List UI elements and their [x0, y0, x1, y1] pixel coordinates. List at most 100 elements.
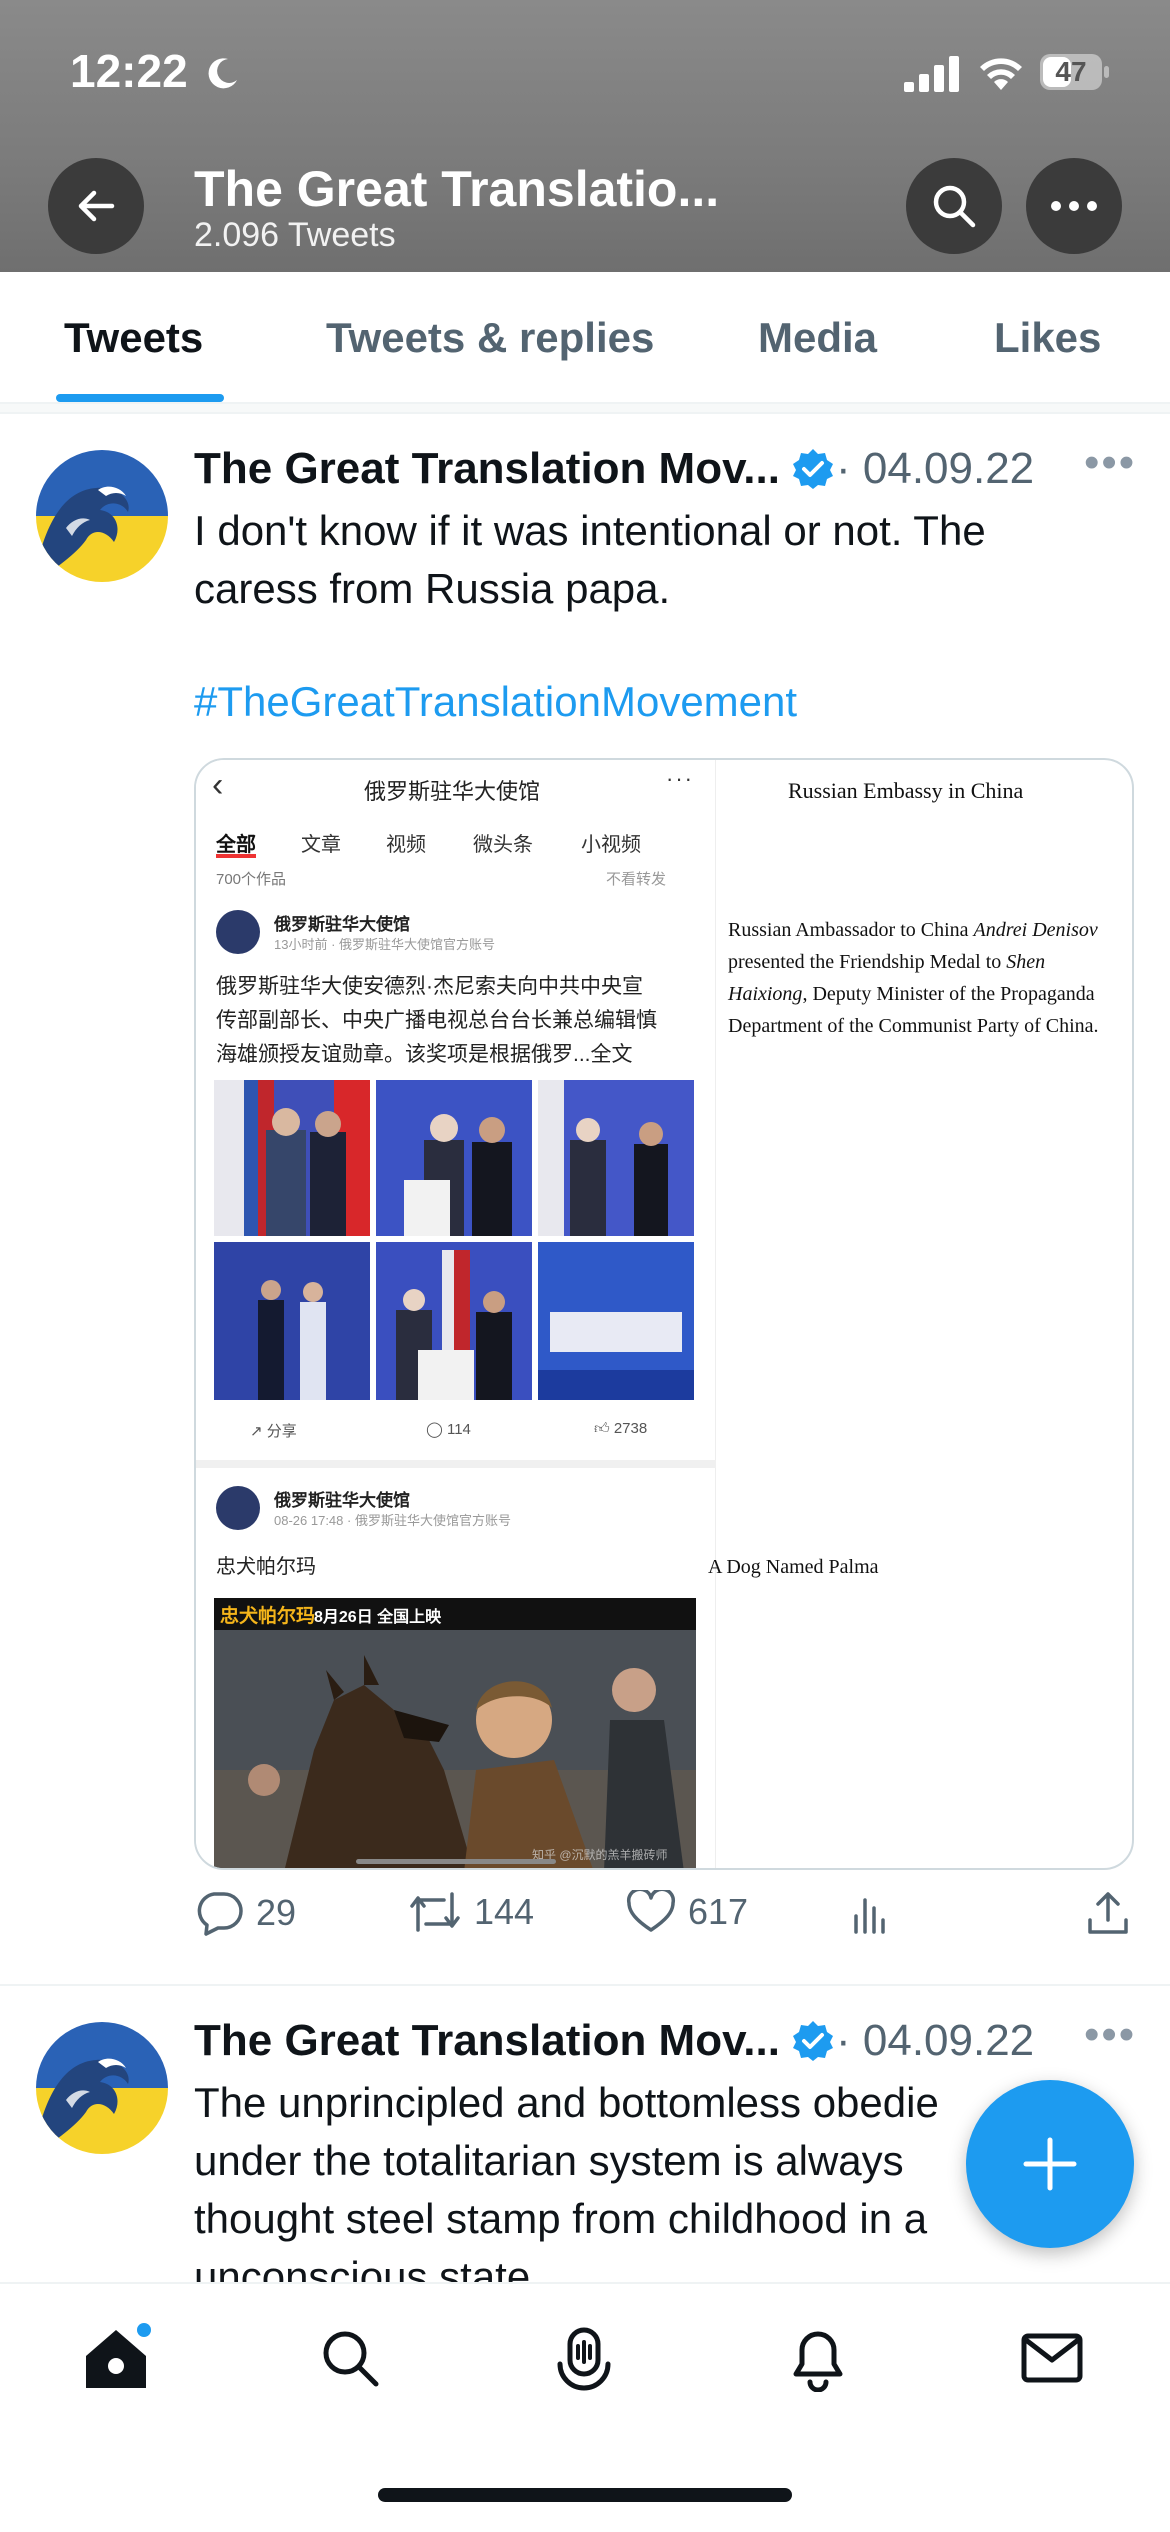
like-count: 617 [688, 1891, 749, 1932]
share-icon [1088, 1892, 1128, 1934]
search-icon [323, 2331, 379, 2387]
tweet-count: 2.096 Tweets [194, 216, 396, 254]
image-caption-text: Russian Ambassador to China Andrei Denis… [728, 914, 1128, 1042]
plus-icon [1023, 2137, 1077, 2191]
home-indicator [378, 2488, 792, 2502]
more-horizontal-icon [1051, 201, 1097, 211]
caption-part: presented the Friendship Medal to [728, 951, 1007, 973]
mail-icon [1021, 2333, 1083, 2383]
caption-part: Russian Ambassador to China [728, 919, 974, 941]
screenshot-like-count: 2738 [613, 1420, 648, 1437]
tab-tweets-replies[interactable]: Tweets & replies [326, 314, 654, 362]
screenshot-tab: 文章 [301, 834, 341, 856]
tweet-author-name[interactable]: The Great Translation Mov... [194, 2016, 780, 2066]
post-meta: 08-26 17:48 · 俄罗斯驻华大使馆官方账号 [274, 1513, 511, 1528]
status-bar: 12:22 47 [0, 0, 1170, 150]
hashtag-link[interactable]: #TheGreatTranslationMovement [194, 678, 797, 726]
tab-tweets[interactable]: Tweets [64, 314, 203, 362]
share-button: ↗ 分享 [250, 1423, 297, 1440]
tab-likes[interactable]: Likes [994, 314, 1101, 362]
share-tweet-button[interactable] [1086, 1890, 1130, 1936]
screenshot-tab: 视频 [386, 834, 426, 856]
share-label: 分享 [266, 1423, 297, 1440]
screenshot-comment-count: 114 [446, 1421, 471, 1438]
tweet-text-line: thought steel stamp from childhood in a [194, 2195, 928, 2242]
screenshot-tab: 小视频 [581, 834, 641, 856]
search-button[interactable] [906, 158, 1002, 254]
moon-icon [208, 58, 237, 89]
screenshot-tab: 微头条 [473, 834, 533, 856]
tweet-text-line: under the totalitarian system is always [194, 2137, 904, 2184]
analytics-icon [854, 1898, 885, 1934]
avatar[interactable] [36, 2022, 168, 2154]
post-meta: 13小时前 · 俄罗斯驻华大使馆官方账号 [274, 937, 496, 952]
home-icon [86, 2323, 151, 2388]
tweet-text-line: I don't know if it was intentional or no… [194, 507, 986, 554]
heart-icon [626, 1890, 676, 1932]
retweet-count: 144 [474, 1891, 535, 1932]
post-account: 俄罗斯驻华大使馆 [274, 1491, 410, 1510]
tweet-more-icon[interactable]: ••• [1084, 438, 1136, 488]
works-count: 700个作品 [216, 871, 287, 888]
status-time: 12:22 [70, 45, 188, 97]
back-arrow-icon [78, 190, 115, 222]
nav-search[interactable] [310, 2318, 390, 2398]
embedded-screenshot: ‹ 俄罗斯驻华大使馆 ··· 全部 文章 视频 微头条 小视频 700个作品 不… [196, 760, 716, 1868]
post-text: 海雄颁授友谊勋章。该奖项是根据俄罗...全文 [216, 1043, 633, 1066]
tweet-date[interactable]: · 04.09.22 [836, 2016, 1034, 2066]
verified-badge-icon [793, 2021, 833, 2061]
movie-release: 8月26日 全国上映 [314, 1609, 442, 1626]
more-options-button[interactable] [1026, 158, 1122, 254]
tweet-author-name[interactable]: The Great Translation Mov... [194, 444, 780, 494]
embassy-avatar [216, 1486, 260, 1530]
back-button[interactable] [48, 158, 144, 254]
avatar[interactable] [36, 450, 168, 582]
battery-icon: 47 [1040, 54, 1110, 90]
tweet-more-icon[interactable]: ••• [1084, 2010, 1136, 2060]
tweet-divider [0, 1984, 1170, 1986]
bell-icon [793, 2331, 843, 2392]
image-caption-dog: A Dog Named Palma [708, 1556, 879, 1578]
profile-tabs: Tweets Tweets & replies Media Likes [0, 272, 1170, 404]
profile-header: 12:22 47 The Great Translatio... 2.096 T… [0, 0, 1170, 272]
nav-home[interactable] [76, 2318, 156, 2398]
dog-and-boy-scene [214, 1630, 696, 1868]
caption-name: Andrei Denisov [973, 919, 1098, 941]
spaces-microphone-icon [557, 2327, 611, 2391]
tab-media[interactable]: Media [758, 314, 877, 362]
tweet-media-image[interactable]: ‹ 俄罗斯驻华大使馆 ··· 全部 文章 视频 微头条 小视频 700个作品 不… [194, 758, 1134, 1870]
like-button[interactable]: 617 [626, 1890, 748, 1934]
media-scroll-indicator [356, 1859, 556, 1864]
views-button[interactable] [848, 1890, 892, 1934]
nav-notifications[interactable] [778, 2318, 858, 2398]
wifi-icon [980, 58, 1022, 90]
comment-count-icon: ◯ 114 [426, 1421, 471, 1438]
great-wave-avatar-image [36, 450, 168, 582]
retweet-button[interactable]: 144 [408, 1890, 534, 1934]
nav-messages[interactable] [1012, 2318, 1092, 2398]
compose-tweet-button[interactable] [966, 2080, 1134, 2248]
movie-title: 忠犬帕尔玛 [220, 1606, 316, 1627]
post-divider [196, 1460, 716, 1468]
tweet-actions: 29 144 617 [194, 1890, 1134, 1950]
search-icon [933, 185, 976, 228]
active-tab-indicator [56, 394, 224, 402]
page-title: The Great Translatio... [194, 161, 720, 217]
great-wave-avatar-image [36, 2022, 168, 2154]
image-caption-title: Russian Embassy in China [788, 778, 1024, 803]
nav-spaces[interactable] [544, 2318, 624, 2398]
more-horizontal-icon: ··· [666, 766, 694, 791]
tweet-date[interactable]: · 04.09.22 [836, 444, 1034, 494]
tabs-separator [0, 404, 1170, 414]
battery-level: 47 [1055, 56, 1087, 87]
embassy-header: 俄罗斯驻华大使馆 [364, 779, 541, 804]
reply-icon [197, 1892, 243, 1936]
embassy-avatar [216, 910, 260, 954]
reply-count: 29 [256, 1892, 297, 1933]
like-count-icon: 👍︎ 2738 [594, 1420, 648, 1437]
screenshot-tab: 全部 [216, 834, 256, 856]
photo-grid [214, 1080, 694, 1400]
tweet-text-line: caress from Russia papa. [194, 565, 671, 612]
post-text: 俄罗斯驻华大使安德烈·杰尼索夫向中共中央宣 [216, 975, 643, 998]
reply-button[interactable]: 29 [194, 1890, 296, 1936]
